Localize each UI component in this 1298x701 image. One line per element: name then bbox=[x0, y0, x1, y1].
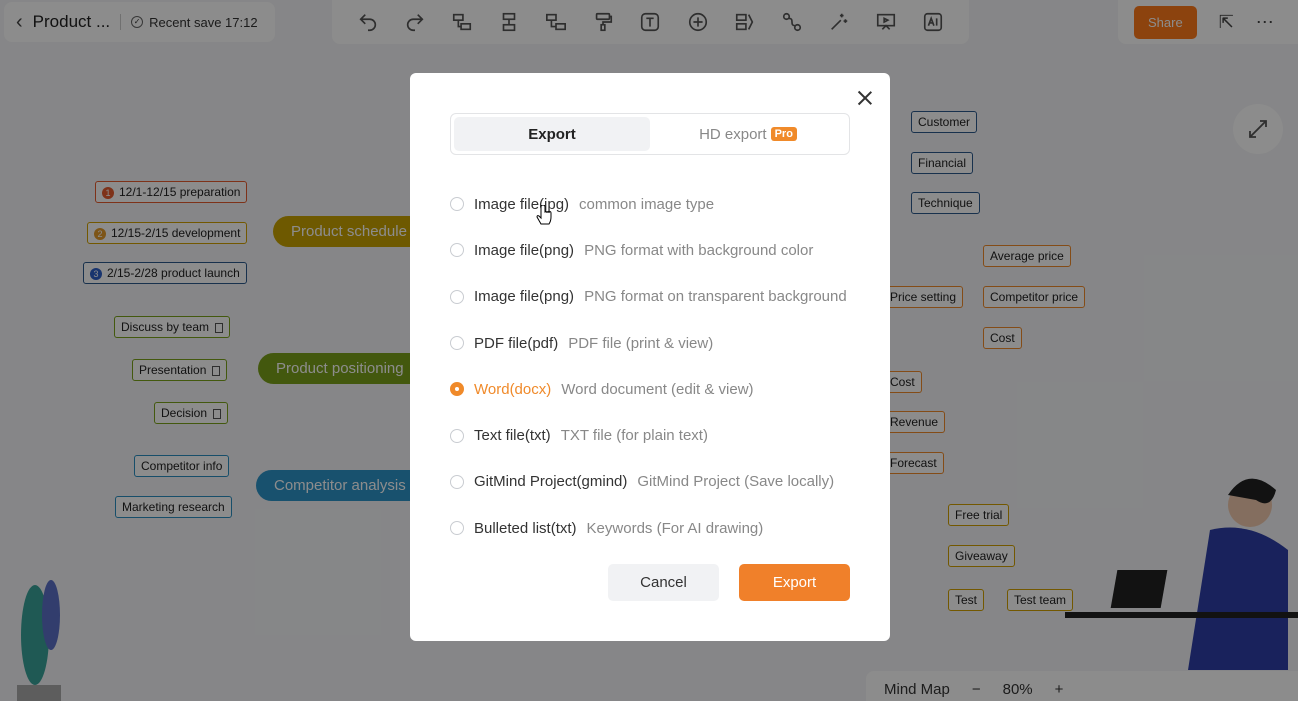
hand-cursor-icon bbox=[536, 205, 552, 225]
pro-badge: Pro bbox=[770, 127, 797, 141]
dialog-actions: Cancel Export bbox=[608, 564, 850, 601]
radio-button[interactable] bbox=[450, 474, 464, 489]
format-description: TXT file (for plain text) bbox=[560, 427, 708, 445]
export-format-option[interactable]: PDF file(pdf) PDF file (print & view) bbox=[450, 320, 870, 366]
export-format-option[interactable]: Image file(png) PNG format on transparen… bbox=[450, 274, 870, 320]
format-name: GitMind Project(gmind) bbox=[474, 473, 628, 491]
radio-button[interactable] bbox=[450, 197, 464, 212]
export-format-option[interactable]: Image file(jpg) common image type bbox=[450, 181, 870, 227]
format-description: Keywords (For AI drawing) bbox=[586, 519, 764, 537]
export-format-option[interactable]: GitMind Project(gmind) GitMind Project (… bbox=[450, 459, 870, 505]
tab-hd-export[interactable]: HD export Pro bbox=[650, 117, 846, 151]
export-tabs: Export HD export Pro bbox=[450, 113, 850, 155]
export-format-option[interactable]: Bulleted list(txt) Keywords (For AI draw… bbox=[450, 505, 870, 551]
radio-button[interactable] bbox=[450, 243, 464, 258]
cancel-button[interactable]: Cancel bbox=[608, 564, 719, 601]
format-description: PNG format with background color bbox=[584, 241, 814, 259]
format-name: Text file(txt) bbox=[474, 427, 551, 445]
tab-export[interactable]: Export bbox=[454, 117, 650, 151]
tab-label: HD export bbox=[699, 125, 767, 143]
format-description: GitMind Project (Save locally) bbox=[637, 473, 835, 491]
radio-button[interactable] bbox=[450, 289, 464, 304]
export-format-option[interactable]: Word(docx) Word document (edit & view) bbox=[450, 366, 870, 412]
close-icon[interactable] bbox=[856, 89, 874, 107]
format-name: Bulleted list(txt) bbox=[474, 519, 577, 537]
format-name: Image file(jpg) bbox=[474, 195, 570, 213]
radio-button[interactable] bbox=[450, 336, 464, 351]
export-format-list: Image file(jpg) common image type Image … bbox=[450, 181, 870, 551]
radio-button[interactable] bbox=[450, 521, 464, 536]
format-description: common image type bbox=[579, 195, 715, 213]
format-name: Image file(png) bbox=[474, 241, 575, 259]
export-format-option[interactable]: Text file(txt) TXT file (for plain text) bbox=[450, 412, 870, 458]
export-dialog: Export HD export Pro Image file(jpg) comm… bbox=[410, 73, 890, 641]
export-format-option[interactable]: Image file(png) PNG format with backgrou… bbox=[450, 227, 870, 273]
radio-button[interactable] bbox=[450, 428, 464, 443]
format-name: Image file(png) bbox=[474, 288, 575, 306]
radio-button[interactable] bbox=[450, 382, 464, 397]
export-button[interactable]: Export bbox=[739, 564, 850, 601]
format-name: PDF file(pdf) bbox=[474, 334, 559, 352]
format-description: PNG format on transparent background bbox=[584, 288, 847, 306]
format-description: PDF file (print & view) bbox=[568, 334, 714, 352]
tab-label: Export bbox=[528, 125, 576, 143]
format-description: Word document (edit & view) bbox=[561, 380, 754, 398]
format-name: Word(docx) bbox=[474, 380, 552, 398]
